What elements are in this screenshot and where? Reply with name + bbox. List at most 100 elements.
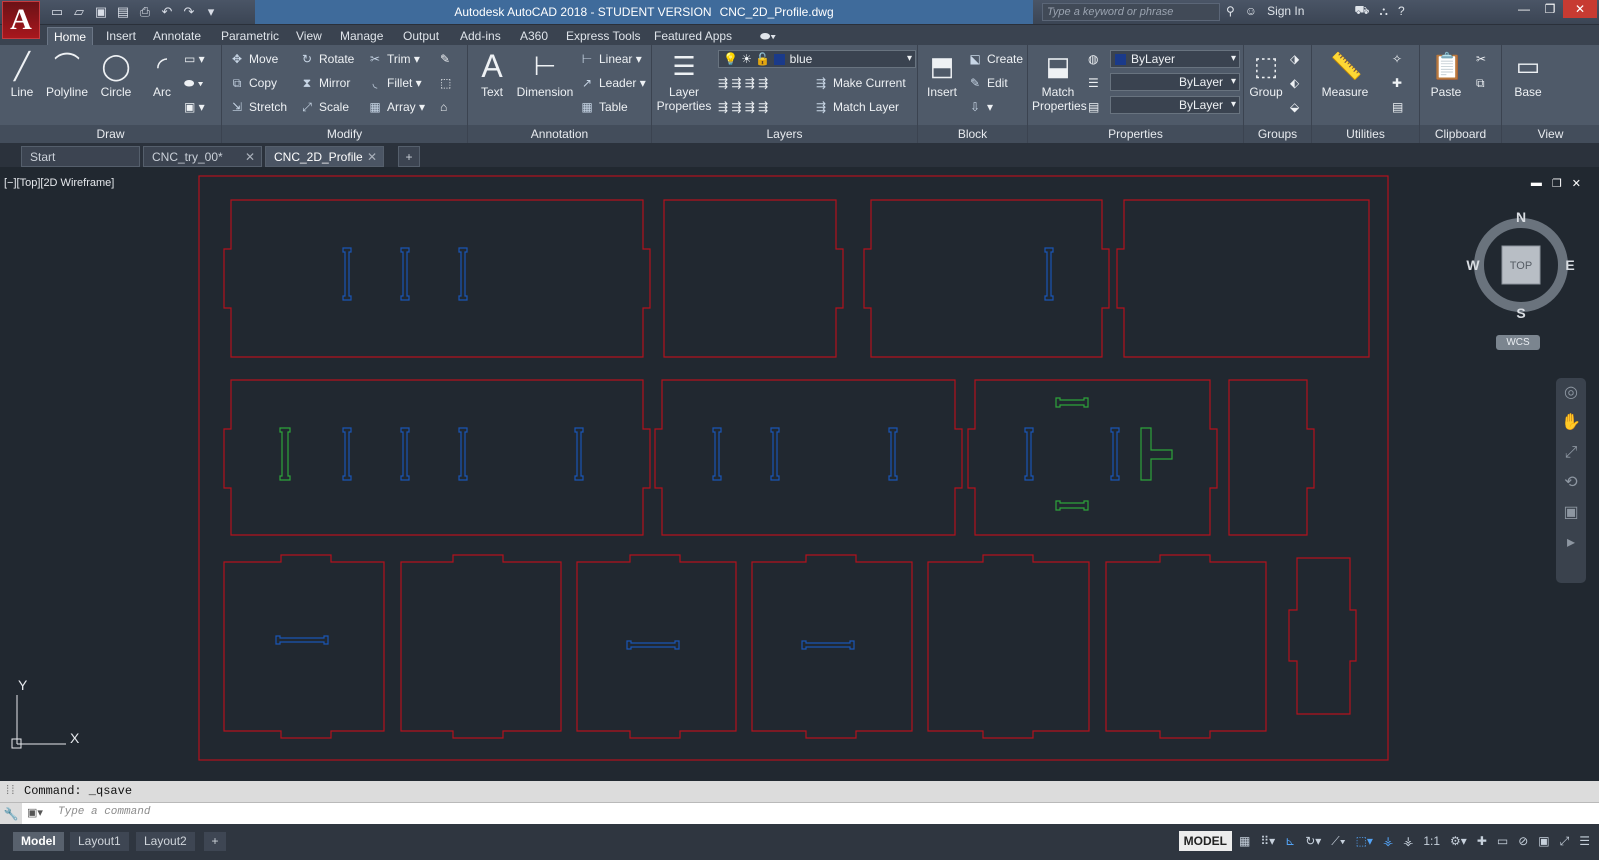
clipboard-panel-title[interactable]: Clipboard xyxy=(1420,125,1501,143)
paste-tool[interactable]: 📋 Paste xyxy=(1424,49,1468,99)
open-icon[interactable]: ▱ xyxy=(70,4,88,20)
doc-tab-cnc-try[interactable]: CNC_try_00* ✕ xyxy=(143,146,262,167)
properties-panel-title[interactable]: Properties xyxy=(1028,125,1243,143)
binoculars-icon[interactable]: ⚲ xyxy=(1226,4,1235,18)
showmotion-icon[interactable]: ▣ xyxy=(1556,498,1586,528)
arc-tool[interactable]: ◜ Arc xyxy=(140,49,184,99)
save-icon[interactable]: ▣ xyxy=(92,4,110,20)
navbar-options-icon[interactable]: ▸ xyxy=(1556,528,1586,558)
color-wheel-icon[interactable]: ◍ xyxy=(1088,49,1098,69)
customize-qat-icon[interactable]: ▾ xyxy=(202,4,220,20)
steering-wheel-icon[interactable]: ◎ xyxy=(1556,378,1586,408)
color-dropdown[interactable]: ByLayer xyxy=(1110,50,1240,68)
command-prompt-icon[interactable]: ▣▾ xyxy=(27,806,43,819)
viewcube[interactable]: TOP N S E W xyxy=(1466,210,1576,320)
redo-icon[interactable]: ↷ xyxy=(180,4,198,20)
close-tab-icon[interactable]: ✕ xyxy=(367,147,377,167)
region-icon[interactable]: ▣ ▾ xyxy=(184,97,205,117)
base-view-tool[interactable]: ▭ Base xyxy=(1506,49,1550,99)
restore-icon[interactable]: ❐ xyxy=(1552,177,1562,190)
group-edit-icon[interactable]: ⬖ xyxy=(1290,73,1299,93)
circle-tool[interactable]: ◯ Circle xyxy=(94,49,138,99)
edit-block-tool[interactable]: ✎ Edit xyxy=(966,73,1008,93)
doc-tab-start[interactable]: Start xyxy=(21,146,140,167)
doc-tab-cnc-2d-profile[interactable]: CNC_2D_Profile ✕ xyxy=(265,146,384,167)
layout-tab-model[interactable]: Model xyxy=(13,832,64,851)
new-tab-button[interactable]: + xyxy=(398,146,420,167)
groups-panel-title[interactable]: Groups xyxy=(1244,125,1311,143)
annotation-scale-dropdown[interactable]: 1:1 xyxy=(1420,831,1443,851)
group-select-icon[interactable]: ⬙ xyxy=(1290,97,1299,117)
customization-icon[interactable]: ☰ xyxy=(1576,831,1593,851)
insert-tool[interactable]: ⬒ Insert xyxy=(920,49,964,99)
minimize-icon[interactable]: — xyxy=(1511,0,1537,18)
model-space-toggle[interactable]: MODEL xyxy=(1178,831,1232,851)
copy-tool[interactable]: ⧉ Copy xyxy=(228,73,277,93)
close-icon[interactable]: ✕ xyxy=(1563,0,1597,18)
layer-tools-row-2[interactable]: ⇶ ⇶ ⇶ ⇶ xyxy=(718,97,768,117)
tab-manage[interactable]: Manage xyxy=(334,27,389,45)
cart-icon[interactable]: ⛟ xyxy=(1354,3,1369,19)
customize-wrench-icon[interactable]: 🔧 xyxy=(0,803,22,825)
array-tool[interactable]: ▦ Array ▾ xyxy=(366,97,425,117)
isodraft-icon[interactable]: ⟋▾ xyxy=(1328,831,1348,851)
tab-output[interactable]: Output xyxy=(397,27,445,45)
stretch-tool[interactable]: ⇲ Stretch xyxy=(228,97,287,117)
dimension-tool[interactable]: ⊢ Dimension xyxy=(514,49,576,99)
compass-south[interactable]: S xyxy=(1516,305,1525,320)
isolate-icon[interactable]: ⊘ xyxy=(1515,831,1531,851)
search-input[interactable]: Type a keyword or phrase xyxy=(1042,3,1220,21)
drawing-viewport[interactable]: Y X [−][Top][2D Wireframe] ▬ ❐ ✕ TOP N S… xyxy=(0,167,1599,781)
fillet-tool[interactable]: ◟ Fillet ▾ xyxy=(366,73,422,93)
line-tool[interactable]: ╱ Line xyxy=(0,49,44,99)
orbit-icon[interactable]: ⟲ xyxy=(1556,468,1586,498)
block-attributes-icon[interactable]: ⇩ ▾ xyxy=(966,97,993,117)
compass-east[interactable]: E xyxy=(1565,257,1574,273)
pan-icon[interactable]: ✋ xyxy=(1556,408,1586,438)
minimize-icon[interactable]: ▬ xyxy=(1531,177,1542,190)
tab-home[interactable]: Home xyxy=(47,27,94,45)
calculator-icon[interactable]: ▤ xyxy=(1392,97,1403,117)
tab-a360[interactable]: A360 xyxy=(514,27,554,45)
view-panel-title[interactable]: View xyxy=(1502,125,1599,143)
exchange-icon[interactable]: ⛬ xyxy=(1380,4,1388,19)
linetype-icon[interactable]: ☰ xyxy=(1088,73,1099,93)
compass-west[interactable]: W xyxy=(1466,257,1480,273)
scale-tool[interactable]: ⤢ Scale xyxy=(298,97,349,117)
clean-screen-icon[interactable]: ⤢ xyxy=(1557,831,1573,851)
match-properties-tool[interactable]: ⬓ Match Properties xyxy=(1032,49,1087,113)
rectangle-icon[interactable]: ▭ ▾ xyxy=(184,49,205,69)
lineweight-dropdown[interactable]: ByLayer xyxy=(1110,96,1240,114)
lineweight-icon[interactable]: ▤ xyxy=(1088,97,1099,117)
snap-icon[interactable]: ⠿▾ xyxy=(1257,831,1278,851)
mirror-tool[interactable]: ⧗ Mirror xyxy=(298,73,351,93)
move-tool[interactable]: ✥ Move xyxy=(228,49,278,69)
cut-icon[interactable]: ✂ xyxy=(1476,49,1486,69)
undo-icon[interactable]: ↶ xyxy=(158,4,176,20)
layer-dropdown[interactable]: 💡 ☀ 🔓 blue xyxy=(718,50,916,68)
linetype-dropdown[interactable]: ByLayer xyxy=(1110,73,1240,91)
tab-featured-apps[interactable]: Featured Apps xyxy=(648,27,738,45)
leader-tool[interactable]: ↗ Leader ▾ xyxy=(578,73,646,93)
create-block-tool[interactable]: ⬕ Create xyxy=(966,49,1023,69)
grid-icon[interactable]: ▦ xyxy=(1236,831,1253,851)
layers-panel-title[interactable]: Layers xyxy=(652,125,917,143)
copy-clip-icon[interactable]: ⧉ xyxy=(1476,73,1485,93)
trim-tool[interactable]: ✂ Trim ▾ xyxy=(366,49,420,69)
viewport-controls-label[interactable]: [−][Top][2D Wireframe] xyxy=(4,177,114,189)
utilities-panel-title[interactable]: Utilities xyxy=(1312,125,1419,143)
group-tool[interactable]: ⬚ Group xyxy=(1244,49,1288,99)
user-icon[interactable]: ☺ xyxy=(1245,4,1257,18)
quick-select-icon[interactable]: ✧ xyxy=(1392,49,1402,69)
autoscale-icon[interactable]: ⚶ xyxy=(1400,831,1416,851)
tab-view[interactable]: View xyxy=(290,27,328,45)
layer-properties-tool[interactable]: ☰ Layer Properties xyxy=(656,49,712,113)
ortho-icon[interactable]: ⊾ xyxy=(1282,831,1298,851)
text-tool[interactable]: A Text xyxy=(470,49,514,99)
tab-express-tools[interactable]: Express Tools xyxy=(560,27,646,45)
tab-addins[interactable]: Add-ins xyxy=(454,27,507,45)
annotation-monitor-icon[interactable]: ✚ xyxy=(1474,831,1490,851)
draw-panel-title[interactable]: Draw xyxy=(0,125,221,143)
help-icon[interactable]: ? xyxy=(1398,4,1405,18)
hatch-icon[interactable]: ⬬ ▾ xyxy=(184,73,203,93)
